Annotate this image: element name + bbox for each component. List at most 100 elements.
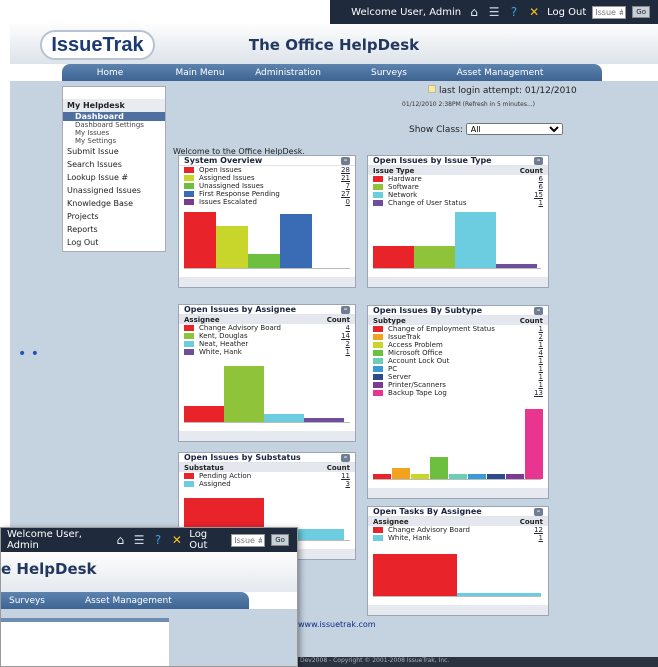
nav-main-menu[interactable]: Main Menu bbox=[158, 68, 242, 78]
chart-bar bbox=[373, 245, 414, 268]
legend-swatch bbox=[373, 374, 383, 380]
row-count-link[interactable]: 2 bbox=[346, 340, 350, 348]
legend-swatch bbox=[373, 382, 383, 388]
minimize-icon[interactable]: – bbox=[534, 507, 543, 516]
chart-bar bbox=[449, 473, 467, 479]
tools-icon[interactable]: ✕ bbox=[527, 5, 541, 19]
sidebar-item-reports[interactable]: Reports bbox=[63, 223, 165, 236]
chart-bar bbox=[525, 409, 543, 479]
sidebar-item-my-settings[interactable]: My Settings bbox=[63, 137, 165, 145]
row-count-link[interactable]: 27 bbox=[341, 190, 350, 198]
row-count-link[interactable]: 14 bbox=[341, 332, 350, 340]
table-row: Change of Employment Status 1 bbox=[368, 325, 548, 333]
logout-link[interactable]: Log Out bbox=[547, 7, 586, 18]
chart-bar bbox=[184, 212, 216, 268]
column-header: Count bbox=[519, 166, 543, 175]
top-bar: Welcome User, Admin ⌂ ☰ ? ✕ Log Out Go bbox=[330, 0, 658, 24]
sidebar-item-my-issues[interactable]: My Issues bbox=[63, 129, 165, 137]
sidebar-item-unassigned-issues[interactable]: Unassigned Issues bbox=[63, 184, 165, 197]
print-icon[interactable]: ☰ bbox=[133, 533, 146, 547]
table-row: Unassigned Issues 7 bbox=[179, 182, 355, 190]
overlay-go-button[interactable]: Go bbox=[271, 534, 289, 546]
panel-footer bbox=[179, 431, 355, 441]
sidebar-item-dashboard-settings[interactable]: Dashboard Settings bbox=[63, 121, 165, 129]
row-count-link[interactable]: 1 bbox=[346, 348, 350, 356]
legend-swatch bbox=[184, 325, 194, 331]
row-count-link[interactable]: 1 bbox=[539, 381, 543, 389]
row-count-link[interactable]: 0 bbox=[346, 198, 350, 206]
row-count-link[interactable]: 4 bbox=[539, 349, 543, 357]
row-count-link[interactable]: 2 bbox=[539, 333, 543, 341]
overlay-nav-asset-management[interactable]: Asset Management bbox=[85, 596, 172, 606]
overlay-logout-link[interactable]: Log Out bbox=[189, 529, 225, 551]
row-count-link[interactable]: 13 bbox=[534, 389, 543, 397]
table-header: Substatus Count bbox=[179, 463, 355, 472]
overlay-issue-number-input[interactable] bbox=[231, 533, 266, 547]
nav-home[interactable]: Home bbox=[62, 68, 158, 78]
home-icon[interactable]: ⌂ bbox=[467, 5, 481, 19]
chart-bar bbox=[411, 473, 429, 479]
nav-surveys[interactable]: Surveys bbox=[334, 68, 444, 78]
row-count-link[interactable]: 6 bbox=[539, 183, 543, 191]
panel-header: Open Issues by Substatus – bbox=[179, 453, 355, 463]
overlay-nav-surveys[interactable]: Surveys bbox=[9, 596, 45, 606]
sidebar-item-dashboard[interactable]: Dashboard bbox=[63, 112, 165, 121]
row-count-link[interactable]: 7 bbox=[346, 182, 350, 190]
print-icon[interactable]: ☰ bbox=[487, 5, 501, 19]
row-count-link[interactable]: 4 bbox=[346, 324, 350, 332]
row-label: Account Lock Out bbox=[388, 357, 450, 365]
sidebar-item-submit-issue[interactable]: Submit Issue bbox=[63, 145, 165, 158]
row-label: Software bbox=[388, 183, 419, 191]
issue-number-input[interactable] bbox=[592, 5, 627, 19]
row-count-link[interactable]: 28 bbox=[341, 166, 350, 174]
column-header: Assignee bbox=[184, 315, 220, 324]
panel-title: Open Issues by Issue Type bbox=[373, 156, 492, 165]
row-count-link[interactable]: 1 bbox=[539, 325, 543, 333]
row-count-link[interactable]: 1 bbox=[539, 357, 543, 365]
row-count-link[interactable]: 1 bbox=[539, 199, 543, 207]
legend-swatch bbox=[373, 366, 383, 372]
row-count-link[interactable]: 11 bbox=[341, 472, 350, 480]
table-row: Hardware 6 bbox=[368, 175, 548, 183]
legend-swatch bbox=[373, 350, 383, 356]
sidebar-item-log-out[interactable]: Log Out bbox=[63, 236, 165, 249]
footer-link[interactable]: www.issuetrak.com bbox=[298, 620, 376, 629]
table-row: White, Hank 1 bbox=[368, 534, 548, 542]
nav-asset-management[interactable]: Asset Management bbox=[444, 68, 556, 78]
row-label: First Response Pending bbox=[199, 190, 280, 198]
sidebar-item-search-issues[interactable]: Search Issues bbox=[63, 158, 165, 171]
column-header: Subtype bbox=[373, 316, 406, 325]
row-count-link[interactable]: 3 bbox=[346, 480, 350, 488]
minimize-icon[interactable]: – bbox=[534, 306, 543, 315]
go-button[interactable]: Go bbox=[632, 6, 650, 18]
legend-swatch bbox=[184, 183, 194, 189]
row-count-link[interactable]: 1 bbox=[539, 534, 543, 542]
sidebar-item-knowledge-base[interactable]: Knowledge Base bbox=[63, 197, 165, 210]
minimize-icon[interactable]: – bbox=[341, 156, 350, 165]
nav-administration[interactable]: Administration bbox=[242, 68, 334, 78]
row-count-link[interactable]: 15 bbox=[534, 191, 543, 199]
table-row: Pending Action 11 bbox=[179, 472, 355, 480]
minimize-icon[interactable]: – bbox=[534, 156, 543, 165]
sidebar-item-projects[interactable]: Projects bbox=[63, 210, 165, 223]
show-class-select[interactable]: All bbox=[465, 123, 563, 135]
row-count-link[interactable]: 21 bbox=[341, 174, 350, 182]
row-count-link[interactable]: 12 bbox=[534, 526, 543, 534]
chart-bar bbox=[373, 554, 457, 596]
minimize-icon[interactable]: – bbox=[341, 305, 350, 314]
sidebar-item-lookup-issue[interactable]: Lookup Issue # bbox=[63, 171, 165, 184]
row-count-link[interactable]: 6 bbox=[539, 175, 543, 183]
tools-icon[interactable]: ✕ bbox=[170, 533, 183, 547]
chart-bar bbox=[304, 418, 344, 422]
bar-chart bbox=[373, 553, 541, 597]
help-icon[interactable]: ? bbox=[507, 5, 521, 19]
copyright: Dev2008 - Copyright © 2001-2008 IssueTra… bbox=[298, 657, 658, 667]
chart-bar bbox=[430, 457, 448, 479]
row-count-link[interactable]: 1 bbox=[539, 341, 543, 349]
home-icon[interactable]: ⌂ bbox=[114, 533, 127, 547]
row-count-link[interactable]: 1 bbox=[539, 365, 543, 373]
legend-swatch bbox=[184, 481, 194, 487]
row-count-link[interactable]: 1 bbox=[539, 373, 543, 381]
help-icon[interactable]: ? bbox=[152, 533, 165, 547]
minimize-icon[interactable]: – bbox=[341, 453, 350, 462]
